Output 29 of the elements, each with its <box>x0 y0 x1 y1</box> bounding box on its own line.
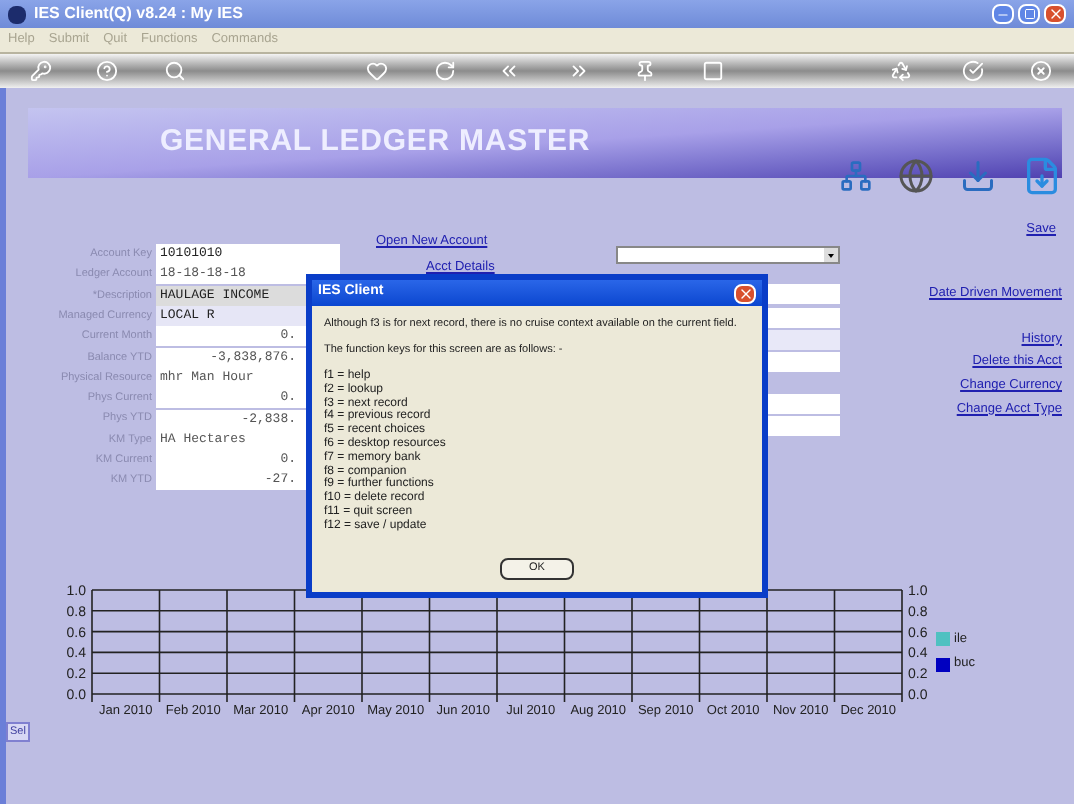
key-icon[interactable] <box>30 60 52 82</box>
help-icon[interactable] <box>96 60 118 82</box>
window-title: IES Client(Q) v8.24 : My IES <box>34 2 243 26</box>
stop-icon[interactable] <box>702 60 724 82</box>
globe-icon[interactable] <box>898 158 934 194</box>
refresh-icon[interactable] <box>434 60 456 82</box>
double-left-icon[interactable] <box>498 60 520 82</box>
check-icon[interactable] <box>962 60 984 82</box>
dropdown[interactable] <box>616 246 840 264</box>
double-right-icon[interactable] <box>568 60 590 82</box>
close-icon <box>1047 6 1063 22</box>
minimize-icon <box>996 8 1010 22</box>
maximize-button[interactable] <box>1018 4 1040 24</box>
heart-icon[interactable] <box>366 60 388 82</box>
search-icon[interactable] <box>164 60 186 82</box>
close-icon[interactable] <box>1030 60 1052 82</box>
page-title: GENERAL LEDGER MASTER <box>160 122 591 163</box>
document-arrow-icon[interactable] <box>1022 154 1062 198</box>
recycle-icon[interactable] <box>890 60 912 82</box>
download-icon[interactable] <box>960 158 996 194</box>
app-icon <box>8 5 26 23</box>
dropdown-arrow-icon <box>824 248 838 262</box>
close-button[interactable] <box>734 283 756 303</box>
network-icon[interactable] <box>840 160 872 192</box>
maximize-icon <box>1023 8 1035 20</box>
pin-icon[interactable] <box>634 60 656 82</box>
close-button[interactable] <box>1044 4 1066 24</box>
minimize-button[interactable] <box>992 4 1014 24</box>
close-icon <box>737 285 753 301</box>
